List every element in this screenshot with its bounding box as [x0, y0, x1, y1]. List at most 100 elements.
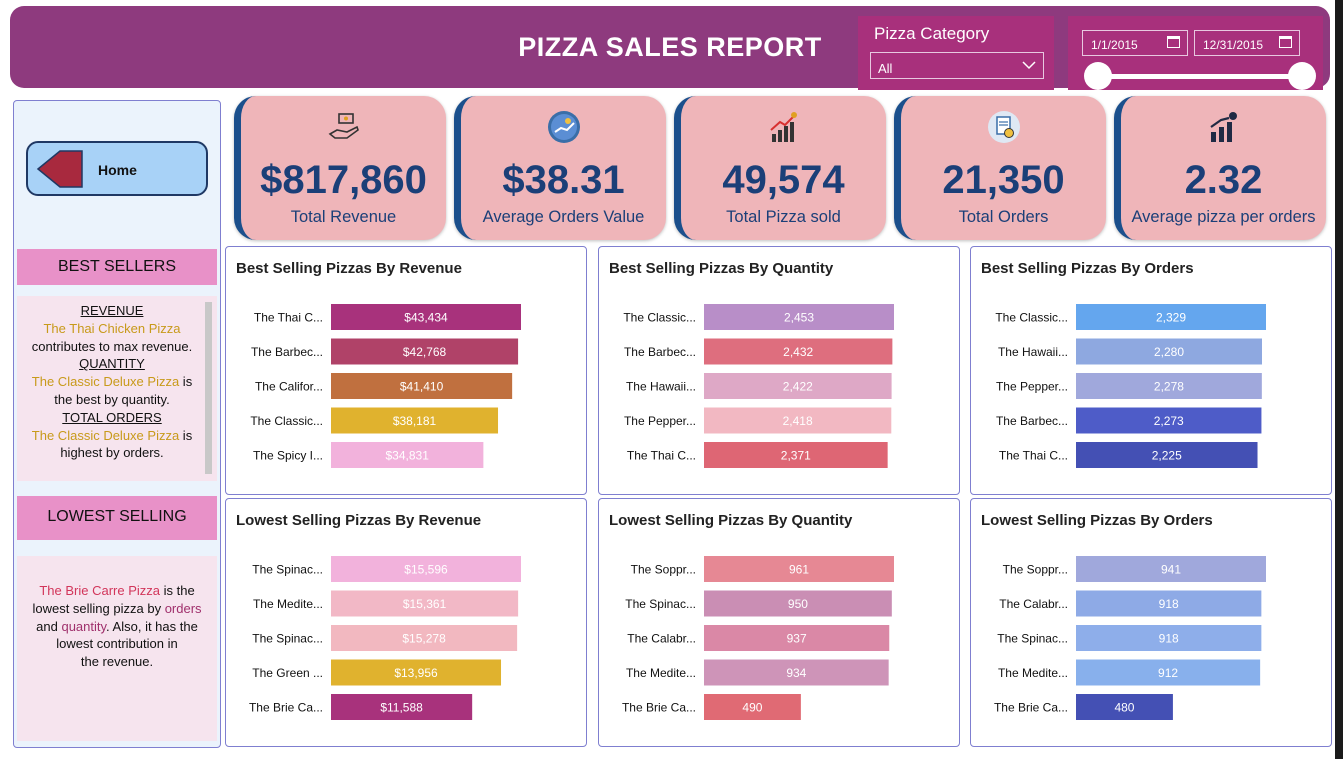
lowest-quantity-word: quantity — [61, 618, 107, 634]
kpi-value: 2.32 — [1184, 158, 1263, 202]
best-quantity-pizza: The Classic Deluxe Pizza — [31, 374, 180, 390]
best-revenue-text: contributes to max revenue. — [31, 338, 193, 354]
category-label: The Soppr... — [631, 563, 696, 577]
bar-chart-svg: The Soppr... 941 The Calabr... 918 The Spina… — [994, 556, 1266, 720]
kpi-value: 21,350 — [942, 158, 1065, 202]
bar-chart-svg: The Thai C... $43,434 The Barbec... $42,768… — [250, 304, 521, 468]
category-filter-label: Pizza Category — [874, 24, 990, 43]
data-label: 2,453 — [784, 311, 814, 325]
category-label: The Medite... — [626, 666, 696, 680]
bar-growth-icon — [1209, 112, 1237, 142]
lowest-and-word: and — [36, 618, 62, 634]
report-title: PIZZA SALES REPORT — [518, 32, 822, 62]
best-orders-pizza: The Classic Deluxe Pizza — [31, 427, 180, 443]
kpi-label: Total Pizza sold — [726, 208, 841, 226]
category-label: The Pepper... — [624, 414, 696, 428]
kpi-label: Total Orders — [958, 208, 1049, 226]
category-label: The Brie Ca... — [249, 701, 323, 715]
data-label: 2,280 — [1154, 345, 1184, 359]
kpi-value: $38.31 — [502, 158, 625, 202]
category-label: The Soppr... — [1003, 563, 1068, 577]
lowest-selling-summary: The Brie Carre Pizza is the lowest selli… — [17, 556, 217, 741]
data-label: $11,588 — [380, 701, 423, 715]
category-label: The Calabr... — [627, 632, 696, 646]
kpi-card-average-pizza-per-order: 2.32 Average pizza per orders — [1114, 96, 1326, 240]
best-sellers-header: BEST SELLERS — [17, 249, 217, 285]
data-label: 934 — [786, 666, 806, 680]
data-label: 2,422 — [783, 380, 813, 394]
data-label: 937 — [787, 632, 807, 646]
category-label: The Barbec... — [624, 345, 696, 359]
data-label: $41,410 — [400, 380, 444, 394]
kpi-label: Total Revenue — [290, 208, 397, 226]
lowest-selling-header: LOWEST SELLING — [17, 496, 217, 540]
order-document-icon — [987, 111, 1020, 143]
kpi-value: $817,860 — [260, 158, 427, 202]
best-quantity-text: the best by quantity. — [54, 391, 170, 407]
data-label: 961 — [789, 563, 809, 577]
money-circle-icon — [547, 111, 580, 143]
kpi-card-average-order-value: $38.31 Average Orders Value — [454, 96, 666, 240]
data-label: $38,181 — [393, 414, 437, 428]
best-revenue-pizza: The Thai Chicken Pizza — [43, 320, 181, 336]
chart-low-orders: Lowest Selling Pizzas By Orders The Sopp… — [970, 498, 1332, 747]
best-revenue-title: REVENUE — [80, 303, 144, 318]
growth-chart-icon — [769, 112, 797, 142]
data-label: 950 — [788, 597, 808, 611]
data-label: 941 — [1161, 563, 1181, 577]
start-date-value: 1/1/2015 — [1091, 38, 1138, 52]
data-label: $43,434 — [404, 311, 448, 325]
end-date-value: 12/31/2015 — [1203, 38, 1264, 52]
lowest-orders-word: orders — [164, 600, 202, 616]
chart-best-revenue: Best Selling Pizzas By Revenue The Thai … — [225, 246, 587, 495]
data-label: 918 — [1159, 597, 1179, 611]
category-label: The Medite... — [998, 666, 1068, 680]
best-orders-text: highest by orders. — [60, 445, 164, 461]
calendar-icon[interactable] — [1167, 36, 1180, 48]
best-orders-is: is — [179, 427, 193, 443]
home-button[interactable]: Home — [26, 141, 208, 196]
data-label: 2,278 — [1154, 380, 1184, 394]
date-range-slider-track[interactable] — [1096, 74, 1304, 79]
category-label: The Medite... — [253, 597, 323, 611]
data-label: 2,418 — [783, 414, 813, 428]
end-date-input[interactable]: 12/31/2015 — [1194, 30, 1300, 56]
category-label: The Pepper... — [996, 380, 1068, 394]
data-label: 480 — [1114, 701, 1134, 715]
money-hand-icon — [328, 113, 359, 139]
chevron-down-icon — [1022, 61, 1036, 70]
category-label: The Thai C... — [627, 449, 696, 463]
category-label: The Hawaii... — [998, 345, 1068, 359]
kpi-label: Average pizza per orders — [1131, 208, 1316, 226]
calendar-icon[interactable] — [1279, 36, 1292, 48]
data-label: 2,225 — [1152, 449, 1182, 463]
category-label: The Barbec... — [251, 345, 323, 359]
category-label: The Brie Ca... — [994, 701, 1068, 715]
kpi-card-total-revenue: $817,860 Total Revenue — [234, 96, 446, 240]
summary-scrollbar[interactable] — [205, 302, 212, 474]
report-canvas: PIZZA SALES REPORT Pizza Category All 1/… — [0, 0, 1343, 759]
data-label: $34,831 — [385, 449, 429, 463]
category-dropdown[interactable]: All — [870, 52, 1044, 79]
lowest-text-3: . Also, it has the — [106, 618, 198, 634]
lowest-text-4: lowest contribution in — [56, 636, 178, 652]
best-orders-title: TOTAL ORDERS — [62, 409, 162, 425]
data-label: 490 — [742, 701, 762, 715]
category-label: The Spinac... — [252, 632, 323, 646]
category-label: The Classic... — [250, 414, 323, 428]
home-button-label: Home — [98, 162, 137, 178]
kpi-card-total-pizza-sold: 49,574 Total Pizza sold — [674, 96, 886, 240]
date-range-start-handle[interactable] — [1084, 62, 1112, 90]
date-range-end-handle[interactable] — [1288, 62, 1316, 90]
data-label: 2,329 — [1156, 311, 1186, 325]
window-edge — [1335, 0, 1343, 759]
best-quantity-is: is — [179, 374, 193, 390]
lowest-pizza-name: The Brie Carre Pizza — [39, 583, 160, 598]
data-label: $13,956 — [394, 666, 438, 680]
start-date-input[interactable]: 1/1/2015 — [1082, 30, 1188, 56]
kpi-label: Average Orders Value — [482, 208, 645, 226]
data-label: $15,278 — [402, 632, 446, 646]
data-label: $42,768 — [403, 345, 447, 359]
category-label: The Hawaii... — [626, 380, 696, 394]
data-label: $15,361 — [403, 597, 447, 611]
